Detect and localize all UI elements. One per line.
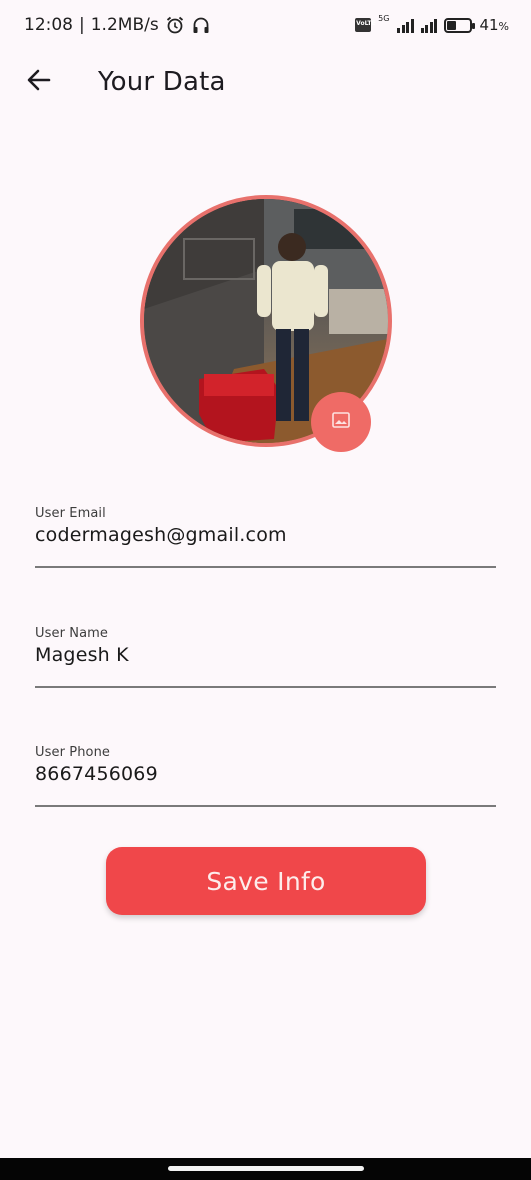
- system-nav-bar: [0, 1158, 531, 1180]
- name-underline: [35, 686, 496, 688]
- phone-value[interactable]: 8667456069: [35, 763, 496, 785]
- name-field[interactable]: User Name Magesh K: [35, 626, 496, 688]
- battery-icon: [444, 17, 476, 33]
- status-time: 12:08: [24, 15, 73, 35]
- pick-image-button[interactable]: [311, 392, 371, 452]
- network-type: 5G: [378, 14, 390, 23]
- phone-underline: [35, 805, 496, 807]
- app-bar: Your Data: [0, 52, 531, 112]
- status-bar: 12:08 | 1.2MB/s VoLTE 5G 41%: [0, 0, 531, 50]
- status-left: 12:08 | 1.2MB/s: [24, 15, 211, 35]
- home-indicator[interactable]: [168, 1166, 364, 1171]
- status-right: VoLTE 5G 41%: [355, 14, 509, 34]
- headphones-icon: [191, 15, 211, 35]
- alarm-icon: [165, 15, 185, 35]
- signal-icon-2: [420, 17, 438, 33]
- email-underline: [35, 566, 496, 568]
- battery-percent: 41%: [479, 16, 509, 34]
- email-field[interactable]: User Email codermagesh@gmail.com: [35, 506, 496, 568]
- phone-field[interactable]: User Phone 8667456069: [35, 745, 496, 807]
- arrow-left-icon: [25, 66, 53, 98]
- page-title: Your Data: [98, 67, 226, 97]
- profile-avatar-container: [140, 195, 392, 452]
- back-button[interactable]: [14, 57, 64, 107]
- phone-label: User Phone: [35, 745, 111, 760]
- save-info-button[interactable]: Save Info: [106, 847, 426, 915]
- name-label: User Name: [35, 626, 109, 641]
- email-label: User Email: [35, 506, 106, 521]
- status-separator: |: [79, 15, 85, 35]
- name-value[interactable]: Magesh K: [35, 644, 496, 666]
- signal-icon: [397, 17, 414, 33]
- network-speed: 1.2MB/s: [90, 15, 159, 35]
- email-value[interactable]: codermagesh@gmail.com: [35, 524, 496, 546]
- image-icon: [332, 412, 350, 432]
- volte-icon: VoLTE: [355, 18, 376, 32]
